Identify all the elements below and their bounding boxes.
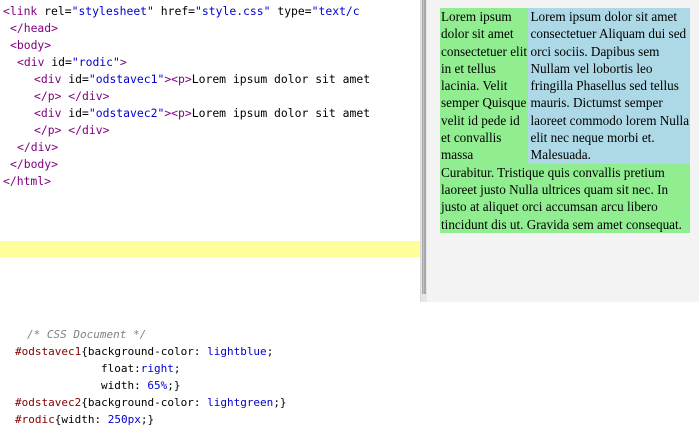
code-token: </div> [68,89,110,103]
html-editor[interactable]: <link rel="stylesheet" href="style.css" … [0,0,421,302]
code-token: {background-color: [81,396,208,409]
code-line[interactable]: </head> [10,20,58,37]
code-line[interactable]: </p> </div> [34,122,109,139]
code-line[interactable]: <link rel="stylesheet" href="style.css" … [3,3,360,20]
code-line[interactable]: </body> [10,156,58,173]
code-token: width: [101,379,148,392]
code-token: id= [68,106,89,120]
code-token: "rodic" [71,55,120,69]
code-token: float: [101,362,141,375]
code-token: <div [17,55,52,69]
code-line[interactable]: </p> </div> [34,88,109,105]
code-token: ; [266,345,274,358]
css-line[interactable]: /* CSS Document */ [27,326,146,343]
code-token: </body> [10,157,59,171]
code-token: <body> [10,38,52,52]
code-line[interactable]: </html> [3,173,51,190]
code-line[interactable]: <div id="odstavec1"><p>Lorem ipsum dolor… [34,71,370,88]
code-token: #rodic [15,413,55,426]
code-token: Lorem ipsum dolor sit amet [191,72,371,86]
code-token: lightblue [207,345,267,358]
splitter-grip-line [423,0,424,294]
code-token: ; [173,362,181,375]
code-token: ;} [140,413,155,426]
code-token: Lorem ipsum dolor sit amet [191,106,371,120]
css-line[interactable]: width: 65%;} [101,377,180,394]
preview-pane: Lorem ipsum dolor sit amet consectetuer … [427,0,699,302]
code-token: type= [270,4,312,18]
code-token: </head> [10,21,59,35]
code-token: #odstavec1 [15,345,82,358]
code-token: "odstavec2" [88,106,165,120]
code-token: <p> [171,72,192,86]
code-token: > [119,55,127,69]
code-token: id= [68,72,89,86]
code-token: #odstavec2 [15,396,82,409]
css-code-block[interactable]: /* CSS Document */ #odstavec1{background… [0,302,699,431]
css-line[interactable]: #rodic{width: 250px;} [15,411,154,428]
odstavec1-box: Lorem ipsum dolor sit amet consectetuer … [527,8,690,164]
code-token: <link [3,4,45,18]
code-token: 250px [107,413,141,426]
code-token: <div [34,72,69,86]
css-line[interactable]: #odstavec2{background-color: lightgreen;… [15,394,287,411]
code-token: "text/c [311,4,360,18]
css-line[interactable]: float:right; [101,360,181,377]
code-token: href= [153,4,196,18]
code-token: {background-color: [81,345,208,358]
rodic-container: Lorem ipsum dolor sit amet consectetuer … [440,8,690,233]
code-token: 65% [147,379,168,392]
css-line[interactable]: #odstavec1{background-color: lightblue; [15,343,273,360]
code-token: right [140,362,174,375]
code-token: {width: [54,413,108,426]
code-token: </p> [34,89,62,103]
code-token: id= [51,55,72,69]
code-token: "odstavec1" [88,72,165,86]
code-token: <p> [171,106,192,120]
code-token: ;} [167,379,181,392]
code-token: </p> [34,123,62,137]
odstavec1-paragraph: Lorem ipsum dolor sit amet consectetuer … [530,9,690,163]
code-token: <div [34,106,69,120]
current-line-highlight [0,241,420,257]
code-token: </div> [68,123,110,137]
code-token: lightgreen [207,396,274,409]
code-token: ;} [273,396,287,409]
code-token: "style.css" [195,4,271,18]
code-token: "stylesheet" [71,4,154,18]
code-line[interactable]: <div id="odstavec2"><p>Lorem ipsum dolor… [34,105,370,122]
code-token: rel= [44,4,72,18]
code-line[interactable]: <div id="rodic"> [17,54,127,71]
code-token: /* CSS Document */ [27,328,147,341]
code-line[interactable]: </div> [17,139,58,156]
code-line[interactable]: <body> [10,37,51,54]
code-token: </div> [17,140,59,154]
code-token: </html> [3,174,52,188]
